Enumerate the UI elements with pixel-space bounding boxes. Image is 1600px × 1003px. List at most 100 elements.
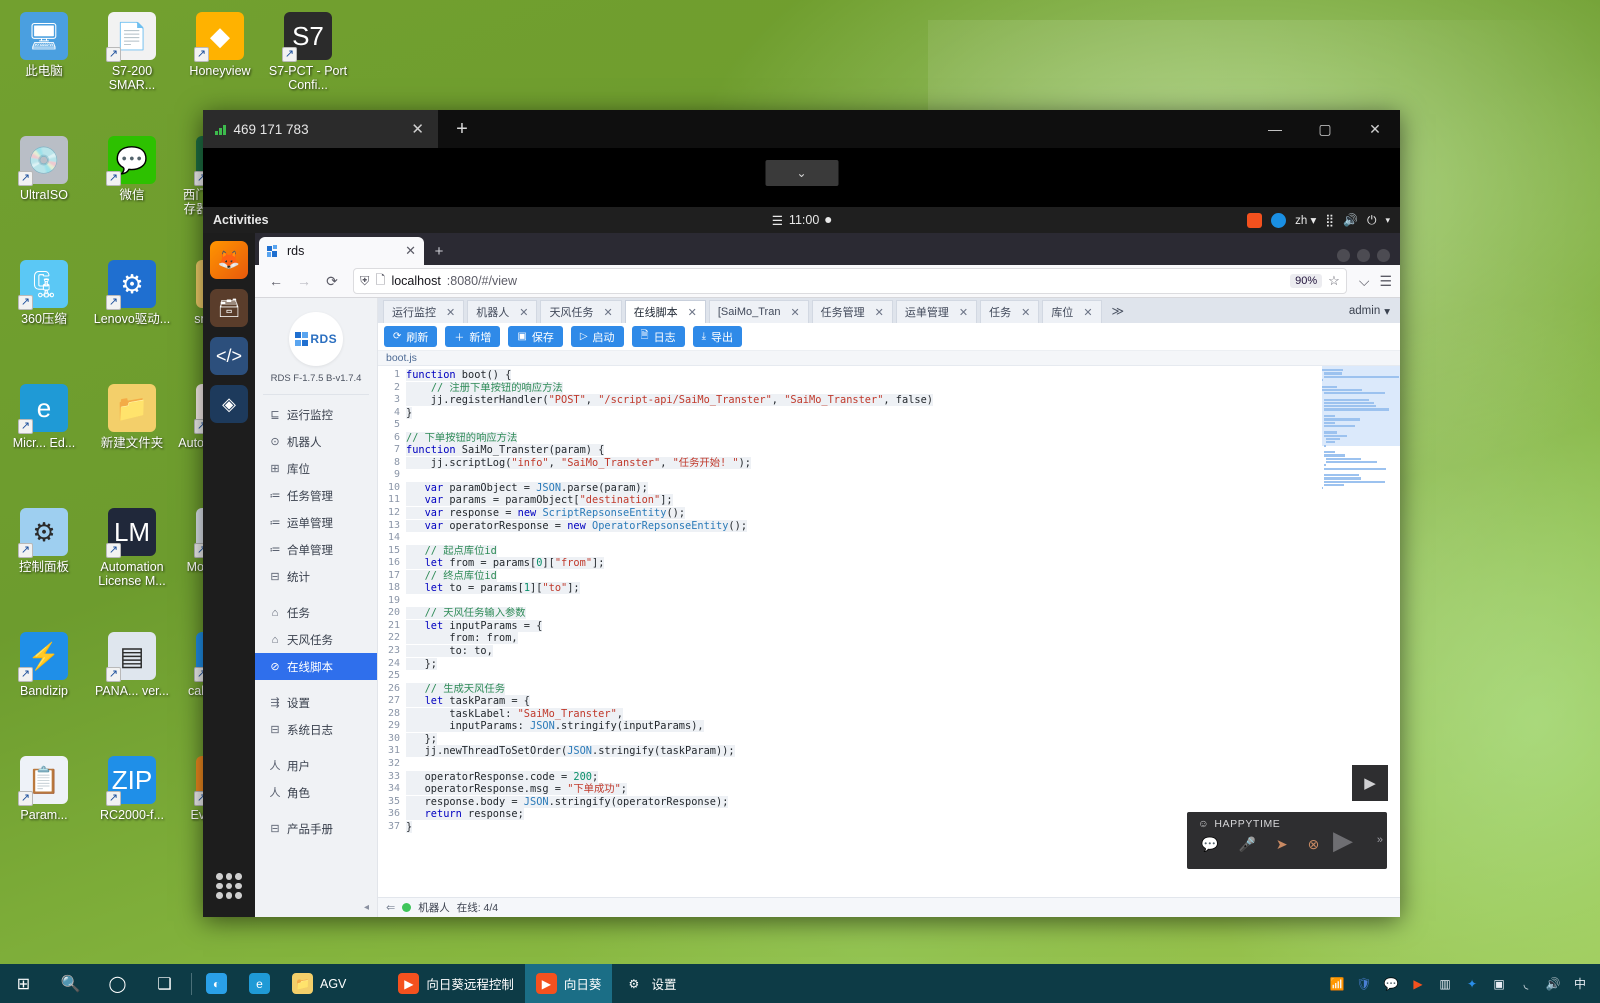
- task-view-icon[interactable]: ❑: [141, 964, 188, 1003]
- activities-button[interactable]: Activities: [213, 213, 269, 227]
- code-line[interactable]: operatorResponse.code = 200;: [406, 771, 1400, 784]
- sunlogin-tray-icon[interactable]: [1247, 213, 1262, 228]
- shield-icon[interactable]: ⛨: [360, 274, 369, 289]
- pocket-icon[interactable]: ⌵: [1359, 273, 1370, 290]
- code-line[interactable]: // 起点库位id: [406, 545, 1400, 558]
- bluetooth-icon[interactable]: ✦: [1464, 976, 1480, 992]
- code-line[interactable]: [406, 670, 1400, 683]
- network-icon[interactable]: ⣿: [1325, 213, 1334, 227]
- sidebar-item-task-manage[interactable]: ≔任务管理: [255, 482, 377, 509]
- forward-button[interactable]: →: [291, 268, 317, 294]
- taskbar-app[interactable]: ▶向日葵: [525, 964, 613, 1003]
- zoom-level-badge[interactable]: 90%: [1290, 274, 1322, 288]
- cursor-icon[interactable]: ➤: [1276, 836, 1288, 853]
- code-line[interactable]: var paramObject = JSON.parse(param);: [406, 482, 1400, 495]
- minimize-button[interactable]: —: [1250, 110, 1300, 148]
- close-button[interactable]: [1377, 249, 1390, 262]
- sidebar-item-system-log[interactable]: ⊟系统日志: [255, 716, 377, 743]
- code-line[interactable]: // 生成天风任务: [406, 683, 1400, 696]
- code-line[interactable]: function SaiMo_Transter(param) {: [406, 444, 1400, 457]
- sidebar-item-task[interactable]: ⌂任务: [255, 599, 377, 626]
- view-tab[interactable]: 在线脚本✕: [625, 300, 706, 323]
- close-icon[interactable]: ✕: [790, 306, 799, 319]
- taskbar-pinned-app[interactable]: e: [238, 964, 281, 1003]
- code-line[interactable]: let from = params[0]["from"];: [406, 557, 1400, 570]
- sidebar-item-product-manual[interactable]: ⊟产品手册: [255, 815, 377, 842]
- code-line[interactable]: taskLabel: "SaiMo_Transter",: [406, 708, 1400, 721]
- wechat-tray-icon[interactable]: 💬: [1383, 976, 1399, 992]
- sidebar-item-robot[interactable]: ⊙机器人: [255, 428, 377, 455]
- address-bar[interactable]: ⛨ 🗋 localhost:8080/#/view 90% ☆: [353, 268, 1347, 294]
- dock-app-icon[interactable]: ◈: [210, 385, 248, 423]
- view-tab[interactable]: 机器人✕: [467, 300, 537, 323]
- desktop-icon[interactable]: 📄↗S7-200 SMAR...: [88, 6, 176, 130]
- code-line[interactable]: [406, 758, 1400, 771]
- wifi-icon[interactable]: 📶: [1329, 976, 1345, 992]
- close-circle-icon[interactable]: ⊗: [1308, 836, 1320, 853]
- back-arrow-icon[interactable]: ⇐: [386, 901, 395, 914]
- desktop-icon[interactable]: ▤↗PANA... ver...: [88, 626, 176, 750]
- desktop-icon[interactable]: 🖥此电脑: [0, 6, 88, 130]
- code-line[interactable]: function boot() {: [406, 369, 1400, 382]
- language-indicator[interactable]: zh ▾: [1295, 213, 1316, 227]
- code-line[interactable]: // 终点库位id: [406, 570, 1400, 583]
- save-button[interactable]: ▣保存: [508, 326, 562, 347]
- close-icon[interactable]: ✕: [446, 306, 455, 319]
- remote-session-tab[interactable]: 469 171 783 ✕: [203, 110, 438, 148]
- desktop-icon[interactable]: ZIP↗RC2000-f...: [88, 750, 176, 874]
- desktop-icon[interactable]: 💬↗微信: [88, 130, 176, 254]
- close-icon[interactable]: ✕: [688, 306, 697, 319]
- minimize-button[interactable]: [1337, 249, 1350, 262]
- sidebar-item-monitor[interactable]: ⊑运行监控: [255, 401, 377, 428]
- desktop-icon[interactable]: 📋↗Param...: [0, 750, 88, 874]
- desktop-icon[interactable]: e↗Micr... Ed...: [0, 378, 88, 502]
- close-button[interactable]: ✕: [1350, 110, 1400, 148]
- view-tab[interactable]: 运行监控✕: [383, 300, 464, 323]
- code-line[interactable]: [406, 469, 1400, 482]
- desktop-icon[interactable]: ⚙↗控制面板: [0, 502, 88, 626]
- reload-button[interactable]: ⟳: [319, 268, 345, 294]
- sidebar-item-statistics[interactable]: ⊟统计: [255, 563, 377, 590]
- desktop-icon[interactable]: 📁新建文件夹: [88, 378, 176, 502]
- sidebar-item-tianfeng-task[interactable]: ⌂天风任务: [255, 626, 377, 653]
- cortana-icon[interactable]: ◯: [94, 964, 141, 1003]
- code-line[interactable]: operatorResponse.msg = "下单成功";: [406, 783, 1400, 796]
- power-icon[interactable]: ⏻: [1367, 213, 1377, 228]
- run-button[interactable]: ▷启动: [571, 326, 624, 347]
- sidebar-item-user[interactable]: 人用户: [255, 752, 377, 779]
- view-tab[interactable]: 天风任务✕: [540, 300, 621, 323]
- chevron-down-icon[interactable]: ▾: [1385, 215, 1390, 226]
- maximize-button[interactable]: ▢: [1300, 110, 1350, 148]
- dock-firefox-icon[interactable]: 🦊: [210, 241, 248, 279]
- code-line[interactable]: jj.newThreadToSetOrder(JSON.stringify(ta…: [406, 745, 1400, 758]
- teamviewer-tray-icon[interactable]: [1271, 213, 1286, 228]
- network-icon[interactable]: ◟: [1518, 976, 1534, 992]
- taskbar-app[interactable]: ⚙设置: [612, 964, 687, 1003]
- close-icon[interactable]: ✕: [959, 306, 968, 319]
- log-button[interactable]: 🗎日志: [632, 326, 685, 347]
- code-line[interactable]: // 注册下单按钮的响应方法: [406, 382, 1400, 395]
- code-line[interactable]: let inputParams = {: [406, 620, 1400, 633]
- more-tabs-button[interactable]: ≫: [1105, 298, 1132, 323]
- desktop-icon[interactable]: 🗜↗360压缩: [0, 254, 88, 378]
- new-session-button[interactable]: +: [438, 110, 486, 148]
- close-icon[interactable]: ✕: [405, 243, 416, 259]
- back-button[interactable]: ←: [263, 268, 289, 294]
- sunlogin-float-badge[interactable]: ▶: [1352, 765, 1388, 801]
- view-tab[interactable]: 运单管理✕: [896, 300, 977, 323]
- desktop-icon[interactable]: ⚡↗Bandizip: [0, 626, 88, 750]
- sidebar-item-settings[interactable]: ⇶设置: [255, 689, 377, 716]
- microphone-icon[interactable]: 🎤: [1238, 836, 1255, 853]
- user-menu[interactable]: admin ▾: [1339, 298, 1400, 323]
- code-line[interactable]: let to = params[1]["to"];: [406, 582, 1400, 595]
- sidebar-collapse-button[interactable]: ◂: [255, 902, 377, 917]
- code-line[interactable]: var response = new ScriptRepsonseEntity(…: [406, 507, 1400, 520]
- code-line[interactable]: }: [406, 407, 1400, 420]
- maximize-button[interactable]: [1357, 249, 1370, 262]
- chevron-down-icon[interactable]: ⌄: [765, 160, 838, 186]
- desktop-icon[interactable]: ⚙↗Lenovo驱动...: [88, 254, 176, 378]
- code-line[interactable]: from: from,: [406, 632, 1400, 645]
- close-icon[interactable]: ✕: [407, 120, 428, 138]
- code-line[interactable]: [406, 595, 1400, 608]
- sidebar-item-merge-order[interactable]: ≔合单管理: [255, 536, 377, 563]
